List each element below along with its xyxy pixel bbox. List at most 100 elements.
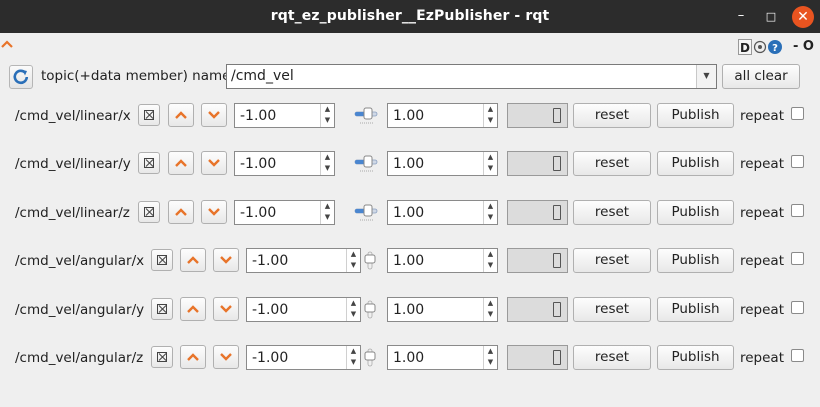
- max-value-spinbox[interactable]: 1.00 ▲ ▼: [387, 345, 498, 370]
- close-button[interactable]: ✕: [792, 6, 814, 28]
- max-value-spinbox[interactable]: 1.00 ▲ ▼: [387, 200, 498, 225]
- increase-button[interactable]: [168, 151, 194, 175]
- repeat-checkbox[interactable]: [791, 252, 804, 265]
- min-value-spinbox[interactable]: -1.00 ▲ ▼: [246, 345, 361, 370]
- max-value[interactable]: 1.00: [393, 253, 424, 269]
- dock-help-icon[interactable]: ?: [767, 39, 783, 55]
- min-value[interactable]: -1.00: [240, 108, 276, 124]
- publish-button[interactable]: Publish: [657, 151, 734, 176]
- min-value-spinbox[interactable]: -1.00 ▲ ▼: [234, 103, 335, 128]
- publish-button[interactable]: Publish: [657, 200, 734, 225]
- repeat-checkbox[interactable]: [791, 349, 804, 362]
- decrease-button[interactable]: [213, 345, 239, 369]
- maximize-button[interactable]: □: [760, 6, 782, 28]
- reset-button[interactable]: reset: [573, 151, 651, 176]
- remove-button[interactable]: [151, 346, 173, 368]
- spin-arrows-icon[interactable]: ▲ ▼: [320, 201, 334, 224]
- decrease-button[interactable]: [201, 103, 227, 127]
- spin-arrows-icon[interactable]: ▲ ▼: [346, 249, 360, 272]
- publish-button[interactable]: Publish: [657, 345, 734, 370]
- spin-arrows-icon[interactable]: ▲ ▼: [483, 201, 497, 224]
- dock-d-button[interactable]: D: [738, 39, 752, 55]
- spin-arrows-icon[interactable]: ▲ ▼: [320, 104, 334, 127]
- increase-button[interactable]: [168, 200, 194, 224]
- reset-button[interactable]: reset: [573, 248, 651, 273]
- remove-button[interactable]: [138, 104, 160, 126]
- min-value-spinbox[interactable]: -1.00 ▲ ▼: [234, 151, 335, 176]
- repeat-checkbox[interactable]: [791, 301, 804, 314]
- spin-arrows-icon[interactable]: ▲ ▼: [483, 249, 497, 272]
- remove-button[interactable]: [138, 201, 160, 223]
- decrease-button[interactable]: [201, 200, 227, 224]
- decrease-button[interactable]: [213, 297, 239, 321]
- reset-button[interactable]: reset: [573, 200, 651, 225]
- min-value[interactable]: -1.00: [240, 205, 276, 221]
- repeat-label: repeat: [740, 156, 785, 172]
- chevron-down-icon: [208, 208, 220, 216]
- spin-arrows-icon[interactable]: ▲ ▼: [320, 152, 334, 175]
- collapse-chevron-icon[interactable]: [0, 38, 14, 50]
- repeat-checkbox[interactable]: [791, 155, 804, 168]
- publish-button[interactable]: Publish: [657, 248, 734, 273]
- chevron-up-icon: [187, 353, 199, 361]
- min-value[interactable]: -1.00: [252, 302, 288, 318]
- increase-button[interactable]: [180, 297, 206, 321]
- max-value[interactable]: 1.00: [393, 108, 424, 124]
- minimize-button[interactable]: –: [730, 6, 752, 28]
- max-value-spinbox[interactable]: 1.00 ▲ ▼: [387, 103, 498, 128]
- spin-arrows-icon[interactable]: ▲ ▼: [346, 298, 360, 321]
- value-slider[interactable]: [354, 154, 380, 174]
- lcd-zero-icon: [553, 302, 561, 317]
- min-value-spinbox[interactable]: -1.00 ▲ ▼: [246, 248, 361, 273]
- topic-combo[interactable]: /cmd_vel ▼: [226, 64, 717, 89]
- publish-button[interactable]: Publish: [657, 297, 734, 322]
- all-clear-button[interactable]: all clear: [722, 64, 800, 89]
- refresh-button[interactable]: [9, 65, 33, 89]
- publish-button[interactable]: Publish: [657, 103, 734, 128]
- window-titlebar: rqt_ez_publisher__EzPublisher - rqt – □ …: [0, 0, 820, 33]
- max-value[interactable]: 1.00: [393, 350, 424, 366]
- increase-button[interactable]: [180, 248, 206, 272]
- min-value[interactable]: -1.00: [252, 253, 288, 269]
- spin-arrows-icon[interactable]: ▲ ▼: [346, 346, 360, 369]
- spin-arrows-icon[interactable]: ▲ ▼: [483, 298, 497, 321]
- value-slider[interactable]: [354, 106, 380, 126]
- lcd-zero-icon: [553, 108, 561, 123]
- remove-button[interactable]: [151, 298, 173, 320]
- repeat-checkbox[interactable]: [791, 107, 804, 120]
- max-value[interactable]: 1.00: [393, 205, 424, 221]
- max-value-spinbox[interactable]: 1.00 ▲ ▼: [387, 297, 498, 322]
- reset-button[interactable]: reset: [573, 297, 651, 322]
- max-value[interactable]: 1.00: [393, 156, 424, 172]
- reset-button[interactable]: reset: [573, 345, 651, 370]
- max-value-spinbox[interactable]: 1.00 ▲ ▼: [387, 151, 498, 176]
- max-value[interactable]: 1.00: [393, 302, 424, 318]
- decrease-button[interactable]: [201, 151, 227, 175]
- increase-button[interactable]: [180, 345, 206, 369]
- chevron-down-icon[interactable]: ▼: [696, 65, 716, 88]
- topic-combo-value[interactable]: /cmd_vel: [231, 68, 294, 84]
- spin-arrows-icon[interactable]: ▲ ▼: [483, 152, 497, 175]
- min-value-spinbox[interactable]: -1.00 ▲ ▼: [246, 297, 361, 322]
- value-slider[interactable]: [362, 300, 388, 320]
- value-slider[interactable]: [362, 251, 388, 271]
- remove-button[interactable]: [151, 249, 173, 271]
- increase-button[interactable]: [168, 103, 194, 127]
- value-slider[interactable]: [354, 203, 380, 223]
- dock-close-button[interactable]: - O: [793, 39, 817, 55]
- repeat-checkbox[interactable]: [791, 204, 804, 217]
- remove-button[interactable]: [138, 152, 160, 174]
- max-value-spinbox[interactable]: 1.00 ▲ ▼: [387, 248, 498, 273]
- field-row: /cmd_vel/angular/x -1.00 ▲ ▼ 1.00 ▲ ▼ reset Publ…: [0, 246, 820, 276]
- close-icon: [157, 304, 167, 314]
- min-value-spinbox[interactable]: -1.00 ▲ ▼: [234, 200, 335, 225]
- reset-button[interactable]: reset: [573, 103, 651, 128]
- min-value[interactable]: -1.00: [240, 156, 276, 172]
- spin-arrows-icon[interactable]: ▲ ▼: [483, 104, 497, 127]
- decrease-button[interactable]: [213, 248, 239, 272]
- spin-arrows-icon[interactable]: ▲ ▼: [483, 346, 497, 369]
- min-value[interactable]: -1.00: [252, 350, 288, 366]
- value-display: [507, 248, 568, 273]
- value-slider[interactable]: [362, 348, 388, 368]
- dock-settings-icon[interactable]: [753, 39, 767, 55]
